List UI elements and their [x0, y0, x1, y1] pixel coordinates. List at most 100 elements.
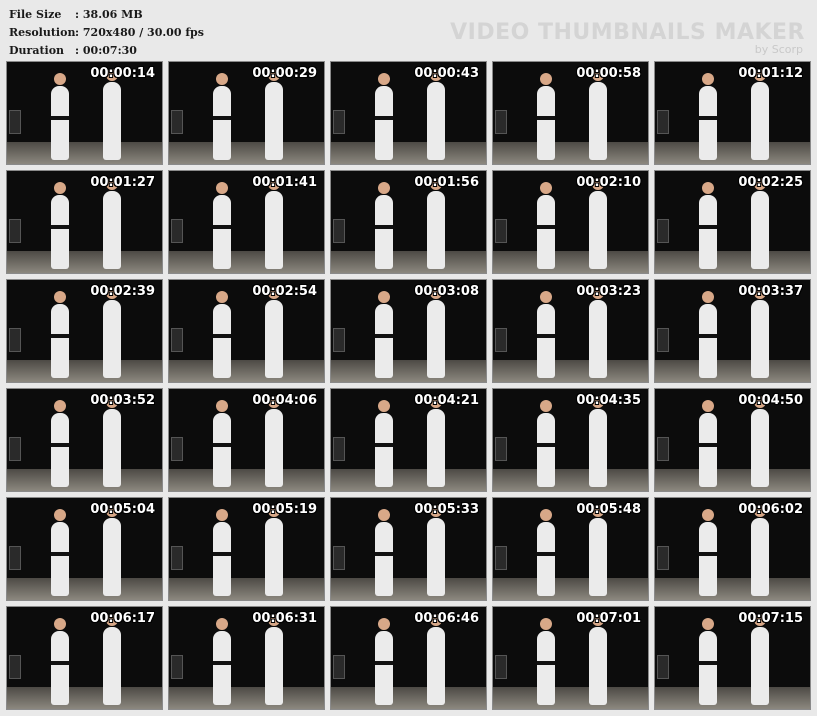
person-figure: [537, 509, 555, 596]
black-belt: [537, 552, 555, 556]
frame-floor: [655, 469, 810, 491]
timestamp-label: 00:01:56: [414, 175, 479, 190]
thumbnail-grid: 00:00:14 00:00:29 00:00:43 00:00:58 00:01:12…: [6, 61, 811, 710]
thumbnail-frame[interactable]: 00:01:41: [168, 170, 325, 274]
frame-floor: [7, 469, 162, 491]
person-figure: [265, 287, 283, 378]
black-belt: [537, 443, 555, 447]
backdrop-logo-icon: [495, 328, 507, 352]
thumbnail-frame[interactable]: 00:00:43: [330, 61, 487, 165]
timestamp-label: 00:02:10: [576, 175, 641, 190]
thumbnail-frame[interactable]: 00:03:52: [6, 388, 163, 492]
thumbnail-frame[interactable]: 00:04:21: [330, 388, 487, 492]
black-belt: [699, 443, 717, 447]
backdrop-logo-icon: [333, 328, 345, 352]
person-figure: [589, 287, 607, 378]
timestamp-label: 00:01:12: [738, 66, 803, 81]
thumbnail-frame[interactable]: 00:02:10: [492, 170, 649, 274]
frame-floor: [493, 251, 648, 273]
file-size-value: : 38.06 MB: [75, 8, 143, 21]
backdrop-logo-icon: [171, 546, 183, 570]
timestamp-label: 00:02:25: [738, 175, 803, 190]
person-figure: [51, 400, 69, 487]
timestamp-label: 00:03:08: [414, 284, 479, 299]
thumbnail-frame[interactable]: 00:03:08: [330, 279, 487, 383]
timestamp-label: 00:06:17: [90, 611, 155, 626]
thumbnail-frame[interactable]: 00:00:29: [168, 61, 325, 165]
thumbnail-frame[interactable]: 00:01:27: [6, 170, 163, 274]
person-figure: [589, 69, 607, 160]
thumbnail-frame[interactable]: 00:05:33: [330, 497, 487, 601]
backdrop-logo-icon: [9, 546, 21, 570]
duration-row: Duration : 00:07:30: [9, 42, 204, 60]
person-figure: [699, 291, 717, 378]
timestamp-label: 00:01:27: [90, 175, 155, 190]
backdrop-logo-icon: [333, 655, 345, 679]
thumbnail-frame[interactable]: 00:06:17: [6, 606, 163, 710]
thumbnail-frame[interactable]: 00:02:25: [654, 170, 811, 274]
person-figure: [751, 178, 769, 269]
thumbnail-frame[interactable]: 00:04:35: [492, 388, 649, 492]
thumbnail-frame[interactable]: 00:01:12: [654, 61, 811, 165]
thumbnail-frame[interactable]: 00:04:50: [654, 388, 811, 492]
frame-floor: [331, 578, 486, 600]
thumbnail-frame[interactable]: 00:05:48: [492, 497, 649, 601]
thumbnail-frame[interactable]: 00:04:06: [168, 388, 325, 492]
person-figure: [427, 287, 445, 378]
frame-floor: [7, 251, 162, 273]
person-figure: [51, 291, 69, 378]
person-figure: [375, 291, 393, 378]
black-belt: [699, 334, 717, 338]
brand-title: VIDEO THUMBNAILS MAKER: [450, 20, 805, 45]
backdrop-logo-icon: [9, 219, 21, 243]
person-figure: [589, 614, 607, 705]
person-figure: [51, 182, 69, 269]
thumbnail-frame[interactable]: 00:05:19: [168, 497, 325, 601]
frame-floor: [331, 469, 486, 491]
person-figure: [265, 69, 283, 160]
thumbnail-frame[interactable]: 00:03:23: [492, 279, 649, 383]
thumbnail-frame[interactable]: 00:02:54: [168, 279, 325, 383]
person-figure: [427, 614, 445, 705]
frame-floor: [331, 687, 486, 709]
timestamp-label: 00:07:01: [576, 611, 641, 626]
thumbnail-frame[interactable]: 00:06:46: [330, 606, 487, 710]
person-figure: [265, 178, 283, 269]
timestamp-label: 00:05:19: [252, 502, 317, 517]
person-figure: [103, 69, 121, 160]
thumbnail-frame[interactable]: 00:07:01: [492, 606, 649, 710]
person-figure: [427, 396, 445, 487]
thumbnail-frame[interactable]: 00:05:04: [6, 497, 163, 601]
thumbnail-frame[interactable]: 00:02:39: [6, 279, 163, 383]
thumbnail-frame[interactable]: 00:07:15: [654, 606, 811, 710]
person-figure: [751, 287, 769, 378]
person-figure: [103, 505, 121, 596]
person-figure: [375, 618, 393, 705]
thumbnail-frame[interactable]: 00:00:14: [6, 61, 163, 165]
black-belt: [213, 225, 231, 229]
thumbnail-frame[interactable]: 00:06:31: [168, 606, 325, 710]
person-figure: [537, 73, 555, 160]
person-figure: [537, 182, 555, 269]
person-figure: [51, 618, 69, 705]
backdrop-logo-icon: [333, 110, 345, 134]
black-belt: [213, 552, 231, 556]
thumbnail-frame[interactable]: 00:01:56: [330, 170, 487, 274]
black-belt: [699, 225, 717, 229]
black-belt: [375, 661, 393, 665]
brand-watermark: VIDEO THUMBNAILS MAKER by Scorp: [450, 20, 805, 56]
timestamp-label: 00:04:21: [414, 393, 479, 408]
timestamp-label: 00:04:35: [576, 393, 641, 408]
backdrop-logo-icon: [171, 328, 183, 352]
thumbnail-frame[interactable]: 00:00:58: [492, 61, 649, 165]
thumbnail-frame[interactable]: 00:03:37: [654, 279, 811, 383]
backdrop-logo-icon: [657, 546, 669, 570]
black-belt: [537, 225, 555, 229]
backdrop-logo-icon: [9, 110, 21, 134]
thumbnail-frame[interactable]: 00:06:02: [654, 497, 811, 601]
frame-floor: [169, 578, 324, 600]
timestamp-label: 00:06:02: [738, 502, 803, 517]
person-figure: [427, 69, 445, 160]
person-figure: [103, 614, 121, 705]
frame-floor: [331, 251, 486, 273]
